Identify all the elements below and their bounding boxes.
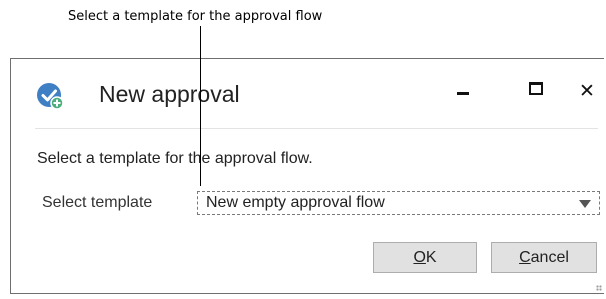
cancel-button[interactable]: Cancel [491, 242, 597, 273]
approval-check-icon [37, 83, 64, 110]
cancel-label-rest: ancel [530, 249, 569, 266]
cancel-accelerator: C [519, 249, 531, 266]
title-bar: New approval ✕ [11, 59, 604, 127]
close-icon: ✕ [579, 80, 595, 102]
template-select-value: New empty approval flow [206, 194, 385, 211]
minimize-icon [457, 92, 469, 95]
template-field-label: Select template [42, 194, 153, 211]
maximize-icon [529, 82, 543, 95]
maximize-button[interactable] [527, 79, 551, 103]
template-select[interactable]: New empty approval flow [197, 191, 600, 215]
chevron-down-icon [579, 200, 591, 208]
ok-button[interactable]: OK [373, 242, 477, 273]
dialog-title: New approval [99, 81, 240, 107]
close-button[interactable]: ✕ [579, 79, 603, 103]
title-divider [35, 128, 598, 129]
callout-leader-line [200, 26, 201, 186]
resize-grip[interactable] [596, 285, 602, 291]
ok-accelerator: O [413, 249, 426, 266]
instruction-text: Select a template for the approval flow. [37, 150, 313, 167]
callout-annotation: Select a template for the approval flow [68, 9, 323, 24]
new-approval-dialog: New approval ✕ Select a template for the… [10, 58, 604, 294]
minimize-button[interactable] [453, 79, 477, 103]
ok-label-rest: K [425, 249, 437, 266]
